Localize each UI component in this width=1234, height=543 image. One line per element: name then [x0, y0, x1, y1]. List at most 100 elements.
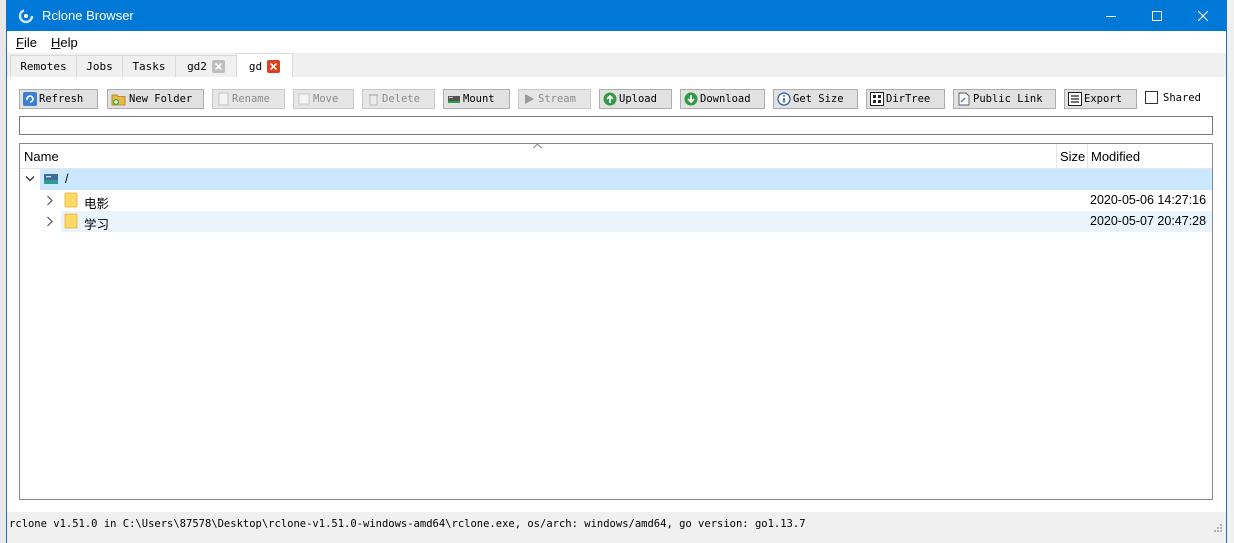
- close-button[interactable]: [1180, 0, 1226, 31]
- tree-row-root[interactable]: /: [40, 169, 1212, 190]
- tab-tasks[interactable]: Tasks: [122, 55, 176, 77]
- maximize-icon: [1152, 10, 1162, 21]
- tree-header: Name Size Modified: [20, 144, 1212, 169]
- remote-drive-icon: [44, 174, 58, 184]
- export-label: Export: [1084, 93, 1122, 105]
- resize-grip-icon[interactable]: [1213, 523, 1223, 533]
- row-modified: 2020-05-06 14:27:16: [1090, 193, 1207, 207]
- chevron-right-icon[interactable]: [46, 195, 54, 206]
- title-bar[interactable]: Rclone Browser: [7, 0, 1226, 31]
- rename-icon: [218, 92, 229, 106]
- export-button[interactable]: Export: [1064, 89, 1137, 109]
- column-size-label: Size: [1060, 148, 1086, 164]
- tab-gd-label: gd: [248, 59, 263, 73]
- column-header-name[interactable]: Name: [20, 144, 1056, 168]
- chevron-down-icon[interactable]: [25, 175, 35, 183]
- upload-button[interactable]: Upload: [599, 89, 672, 109]
- tab-remotes-label: Remotes: [20, 60, 67, 73]
- status-bar: rclone v1.51.0 in C:\Users\87578\Desktop…: [7, 512, 1226, 543]
- folder-icon: [64, 192, 78, 208]
- minimize-icon: [1106, 15, 1116, 17]
- row-modified: 2020-05-07 20:47:28: [1090, 214, 1207, 228]
- mount-button[interactable]: Mount: [443, 89, 510, 109]
- download-icon: [684, 92, 698, 106]
- info-icon: [777, 92, 791, 106]
- tab-jobs[interactable]: Jobs: [76, 55, 123, 77]
- menu-file-mnemonic: F: [16, 34, 24, 50]
- tab-bar: Remotes Jobs Tasks gd2 gd: [7, 53, 1226, 78]
- tree-row[interactable]: 电影 2020-05-06 14:27:16: [20, 190, 1212, 211]
- move-button[interactable]: Move: [293, 89, 354, 109]
- column-header-modified[interactable]: Modified: [1087, 144, 1212, 168]
- move-label: Move: [313, 93, 339, 105]
- upload-icon: [603, 92, 617, 106]
- download-label: Download: [700, 93, 751, 105]
- filter-input[interactable]: [19, 116, 1213, 135]
- shared-checkbox[interactable]: Shared: [1145, 91, 1201, 104]
- file-tree[interactable]: Name Size Modified / 电影 2020-05-06 14:27…: [19, 143, 1213, 500]
- menu-help-mnemonic: H: [50, 34, 61, 50]
- stream-button[interactable]: Stream: [518, 89, 591, 109]
- menu-file-label: ile: [23, 34, 37, 50]
- dirtree-icon: [870, 92, 884, 106]
- tab-gd[interactable]: gd: [236, 53, 293, 78]
- menu-help[interactable]: Help: [44, 35, 85, 50]
- menu-help-label: elp: [60, 34, 78, 50]
- close-icon: [1198, 10, 1208, 21]
- refresh-icon: [23, 92, 37, 106]
- mount-drive-icon: [448, 96, 460, 103]
- tab-gd2-close-icon[interactable]: [211, 60, 225, 73]
- refresh-button[interactable]: Refresh: [19, 89, 98, 109]
- public-link-label: Public Link: [973, 93, 1043, 105]
- delete-button[interactable]: Delete: [362, 89, 435, 109]
- root-label: /: [65, 172, 69, 186]
- window-title: Rclone Browser: [42, 8, 134, 23]
- export-list-icon: [1068, 92, 1082, 106]
- row-name: 电影: [84, 197, 110, 211]
- get-size-button[interactable]: Get Size: [773, 89, 858, 109]
- desktop-background-right: [1226, 0, 1234, 543]
- dirtree-button[interactable]: DirTree: [866, 89, 945, 109]
- rclone-logo-icon: [18, 8, 34, 23]
- rename-button[interactable]: Rename: [212, 89, 285, 109]
- minimize-button[interactable]: [1088, 0, 1134, 31]
- tab-jobs-label: Jobs: [86, 60, 113, 73]
- move-icon: [298, 93, 310, 105]
- tab-remotes[interactable]: Remotes: [10, 55, 77, 77]
- row-name: 学习: [84, 218, 110, 232]
- play-icon: [525, 94, 534, 104]
- remote-browser-panel: Refresh New Folder Rename Move Delete Mo…: [7, 77, 1226, 512]
- upload-label: Upload: [619, 93, 657, 105]
- delete-icon: [369, 94, 378, 106]
- maximize-button[interactable]: [1134, 0, 1180, 31]
- tab-tasks-label: Tasks: [132, 60, 166, 73]
- shared-checkbox-box[interactable]: [1145, 91, 1158, 104]
- column-modified-label: Modified: [1091, 148, 1141, 164]
- new-folder-label: New Folder: [129, 93, 193, 105]
- status-text: rclone v1.51.0 in C:\Users\87578\Desktop…: [9, 518, 806, 530]
- tab-gd2[interactable]: gd2: [175, 55, 237, 77]
- tab-gd2-label: gd2: [187, 60, 207, 73]
- menu-file[interactable]: File: [9, 35, 44, 50]
- download-button[interactable]: Download: [680, 89, 765, 109]
- tab-gd-close-icon[interactable]: [267, 59, 281, 73]
- dirtree-label: DirTree: [886, 93, 931, 105]
- menu-bar: File Help: [7, 31, 1226, 53]
- new-folder-button[interactable]: New Folder: [107, 89, 204, 109]
- refresh-label: Refresh: [39, 93, 84, 105]
- column-name-label: Name: [24, 148, 59, 164]
- stream-label: Stream: [538, 93, 576, 105]
- delete-label: Delete: [382, 93, 420, 105]
- chevron-right-icon[interactable]: [46, 216, 54, 227]
- folder-icon: [64, 213, 78, 229]
- get-size-label: Get Size: [793, 93, 844, 105]
- public-link-button[interactable]: Public Link: [953, 89, 1056, 109]
- new-folder-icon: [111, 94, 126, 106]
- shared-label: Shared: [1163, 91, 1201, 104]
- mount-label: Mount: [463, 93, 495, 105]
- document-link-icon: [958, 92, 970, 106]
- rename-label: Rename: [232, 93, 270, 105]
- column-header-size[interactable]: Size: [1056, 144, 1087, 168]
- tree-row[interactable]: 学习 2020-05-07 20:47:28: [61, 211, 1212, 232]
- app-window: Rclone Browser File Help Remotes Jobs Ta…: [7, 0, 1226, 543]
